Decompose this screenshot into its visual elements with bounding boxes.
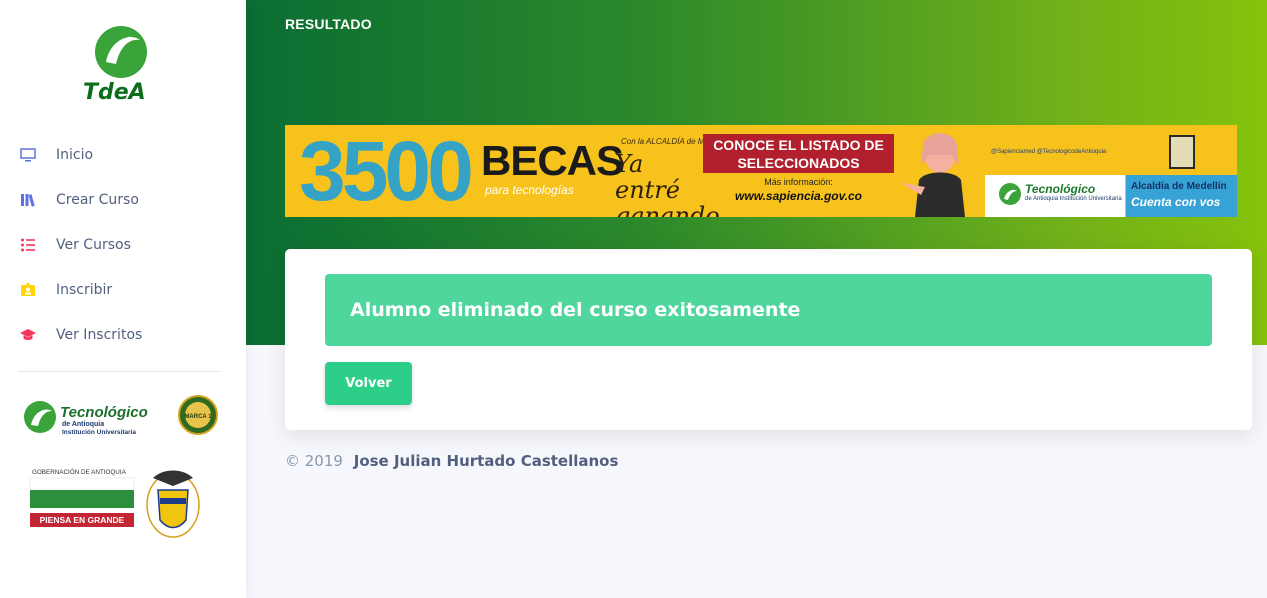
books-icon [20,192,36,208]
footer-copyright: © 2019 [285,452,343,470]
graduation-cap-icon [20,327,36,343]
back-button[interactable]: Volver [325,362,412,405]
banner-cta: CONOCE EL LISTADO DE SELECCIONADOS [703,134,894,173]
sidebar-item-label: Inicio [56,146,94,163]
list-icon [20,237,36,253]
banner-tec-sub: de Antioquia Institución Universitaria [1025,196,1122,202]
banner-person-image [901,133,965,217]
tecnologico-sub2: Institución Universitaria [62,429,136,436]
sidebar-item-crear-curso[interactable]: Crear Curso [0,177,246,222]
gobernacion-label: GOBERNACIÓN DE ANTIOQUIA [32,467,127,476]
sidebar-item-inscribir[interactable]: Inscribir [0,267,246,312]
banner-ya-main: Ya entré ganando [615,150,720,217]
sidebar-item-label: Ver Inscritos [56,326,143,343]
gobernacion-antioquia-logo: GOBERNACIÓN DE ANTIOQUIA PIENSA EN GRAND… [29,467,200,538]
page-title: RESULTADO [285,16,372,32]
monitor-icon [20,147,36,163]
tecnologico-title: Tecnológico [60,404,148,421]
medellin-shield-icon [1169,135,1195,169]
becas-banner[interactable]: 3500 BECAS para tecnologías Con la ALCAL… [285,125,1237,217]
sidebar-item-label: Ver Cursos [56,236,131,253]
footer: © 2019 Jose Julian Hurtado Castellanos [285,452,618,470]
banner-info: Más información: [764,177,833,187]
tecnologico-antioquia-logo: Tecnológico de Antioquia Institución Uni… [24,395,218,436]
tecnologico-small-logo-icon [999,183,1021,205]
footer-author-link[interactable]: Jose Julian Hurtado Castellanos [354,452,619,470]
banner-tec-title: Tecnológico [1025,182,1096,196]
banner-number: 3500 [299,125,474,217]
sidebar-nav: Inicio Crear Curso Ver Cursos Inscribir … [0,132,246,357]
piensa-label: PIENSA EN GRANDE [40,515,125,525]
sidebar-divider [18,371,221,372]
sidebar-item-label: Inscribir [56,281,113,298]
sidebar-item-ver-cursos[interactable]: Ver Cursos [0,222,246,267]
brand-name: TdeA [83,80,146,105]
banner-social: @Sapienciamed @TecnologicodeAntioquia [991,149,1107,155]
marca-badge: MARCA 1 [184,414,212,420]
banner-alcaldia-slogan: Cuenta con vos [1131,195,1221,209]
result-card: Alumno eliminado del curso exitosamente … [285,249,1252,430]
success-alert: Alumno eliminado del curso exitosamente [325,274,1212,346]
tecnologico-sub1: de Antioquia [62,421,104,428]
banner-becas: BECAS [481,137,624,184]
banner-becas-sub: para tecnologías [485,183,574,197]
sidebar-item-inicio[interactable]: Inicio [0,132,246,177]
banner-url: www.sapiencia.gov.co [735,189,862,203]
sidebar-item-label: Crear Curso [56,191,139,208]
sidebar: TdeA Inicio Crear Curso Ver Cursos Inscr… [0,0,246,598]
banner-alcaldia: Alcaldía de Medellín [1131,181,1227,192]
badge-icon [20,282,36,298]
sidebar-item-ver-inscritos[interactable]: Ver Inscritos [0,312,246,357]
